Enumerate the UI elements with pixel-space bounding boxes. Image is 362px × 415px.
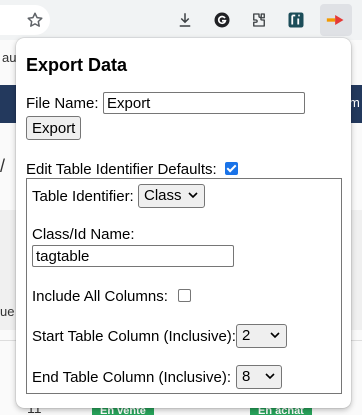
start-column-value: 2 <box>242 327 251 344</box>
download-icon[interactable] <box>173 8 197 32</box>
edit-defaults-checkbox[interactable] <box>225 162 238 175</box>
end-column-label: End Table Column (Inclusive): <box>32 369 231 386</box>
start-column-select[interactable]: 2 <box>236 324 287 348</box>
chevron-down-icon <box>188 192 198 199</box>
export-data-popup: Export Data File Name: Export Edit Table… <box>16 38 351 408</box>
g-extension-icon[interactable] <box>210 8 234 32</box>
class-id-label: Class/Id Name: <box>32 226 135 243</box>
export-extension-icon[interactable] <box>320 4 352 36</box>
export-button[interactable]: Export <box>26 116 82 140</box>
file-name-input[interactable] <box>103 92 305 114</box>
start-column-label: Start Table Column (Inclusive): <box>32 328 236 345</box>
end-column-select[interactable]: 8 <box>236 365 282 389</box>
chevron-down-icon <box>265 373 275 380</box>
puzzle-icon[interactable] <box>247 8 271 32</box>
checkmark-icon <box>226 162 237 173</box>
background-text: au <box>2 50 17 65</box>
background-text: / <box>0 156 6 176</box>
popup-title: Export Data <box>26 55 128 75</box>
file-name-label: File Name: <box>26 95 99 112</box>
class-id-input[interactable] <box>32 245 234 267</box>
star-icon[interactable] <box>23 8 47 32</box>
include-all-label: Include All Columns: <box>32 288 168 305</box>
table-identifier-select[interactable]: Class <box>138 184 205 208</box>
edit-defaults-label: Edit Table Identifier Defaults: <box>26 161 217 178</box>
end-column-value: 8 <box>242 368 251 385</box>
table-identifier-value: Class <box>144 187 182 204</box>
background-text: ue <box>0 304 15 319</box>
pin-extension-icon[interactable] <box>284 8 308 32</box>
browser-toolbar <box>0 0 362 40</box>
chevron-down-icon <box>270 332 280 339</box>
include-all-checkbox[interactable] <box>178 289 191 302</box>
table-settings-box: Table Identifier: Class Class/Id Name: I… <box>26 178 342 394</box>
table-identifier-label: Table Identifier: <box>32 188 134 205</box>
